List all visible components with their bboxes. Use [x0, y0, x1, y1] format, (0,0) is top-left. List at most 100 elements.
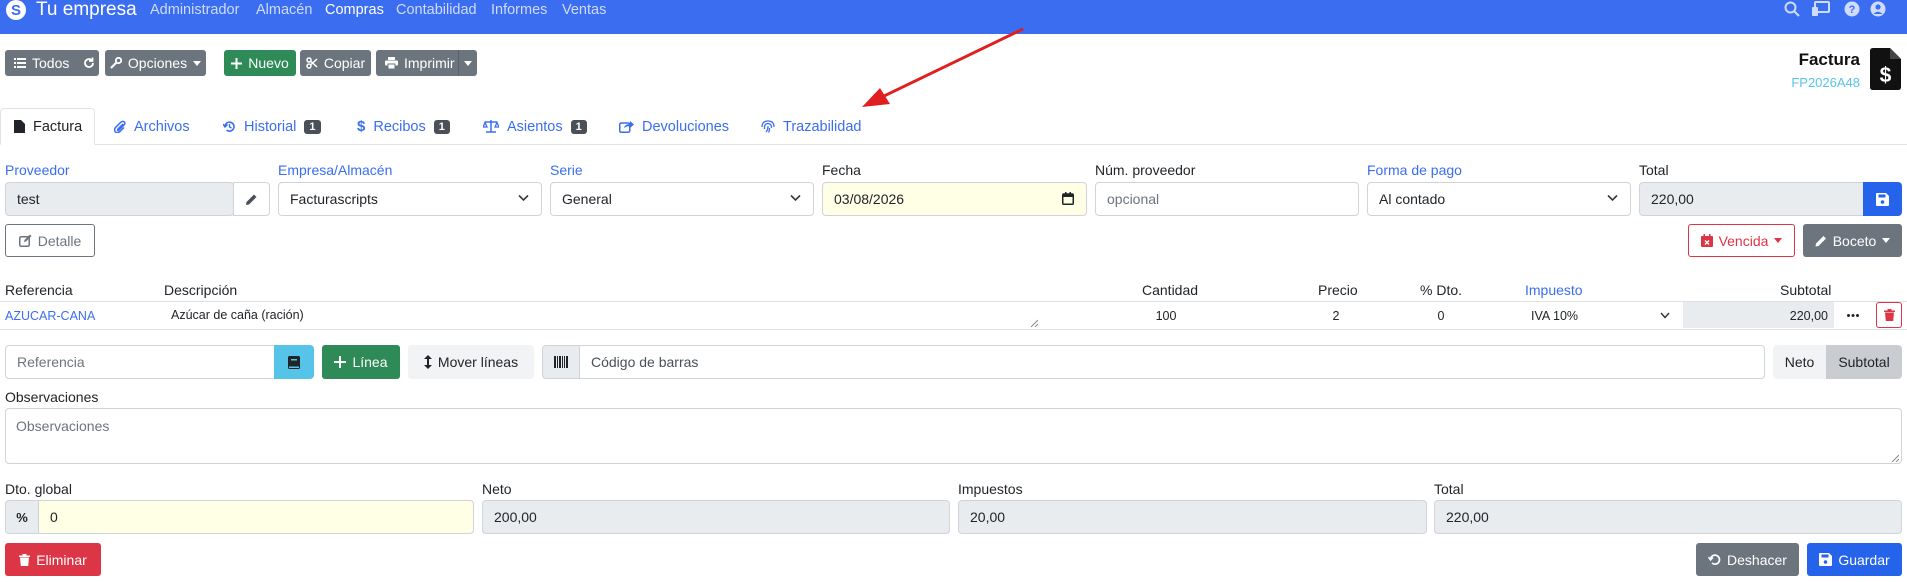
- row-more-button[interactable]: [1840, 303, 1865, 328]
- tab-asientos[interactable]: Asientos 1: [483, 108, 587, 145]
- opciones-label: Opciones: [127, 55, 188, 71]
- row-descripcion: Azúcar de caña (ración): [171, 308, 304, 322]
- barcode-placeholder: Código de barras: [591, 354, 699, 370]
- mover-lineas-label: Mover líneas: [437, 354, 519, 370]
- col-dto: % Dto.: [1420, 282, 1463, 298]
- pencil-icon: [245, 193, 258, 206]
- nuevo-button[interactable]: Nuevo: [224, 50, 296, 76]
- row-referencia[interactable]: AZUCAR-CANA: [5, 309, 95, 323]
- row-dto[interactable]: 0: [1420, 309, 1462, 323]
- imprimir-dropdown-toggle[interactable]: [458, 50, 477, 76]
- num-proveedor-input[interactable]: opcional: [1095, 182, 1359, 216]
- total-label: Total: [1639, 162, 1669, 178]
- empresa-label: Empresa/Almacén: [278, 162, 393, 178]
- devices-icon[interactable]: [1812, 1, 1830, 17]
- subtotal-toggle-label: Subtotal: [1838, 354, 1890, 370]
- refresh-icon: [83, 57, 95, 69]
- neto-field: 200,00: [482, 500, 950, 534]
- tab-factura[interactable]: Factura: [0, 108, 95, 145]
- forma-pago-label[interactable]: Forma de pago: [1367, 162, 1462, 178]
- row-impuesto-select[interactable]: IVA 10%: [1522, 302, 1682, 328]
- barcode-input[interactable]: Código de barras: [579, 345, 1765, 379]
- col-impuesto[interactable]: Impuesto: [1525, 282, 1583, 298]
- tab-label: Historial: [244, 118, 297, 135]
- deshacer-label: Deshacer: [1727, 551, 1787, 568]
- subtotal-toggle[interactable]: Subtotal: [1826, 345, 1902, 379]
- chevron-down-icon: [1607, 194, 1618, 202]
- dto-global-input[interactable]: 0: [38, 500, 474, 534]
- row-descripcion-textarea[interactable]: Azúcar de caña (ración): [164, 302, 1040, 328]
- tab-recibos[interactable]: $ Recibos 1: [357, 108, 450, 145]
- plus-icon: [231, 57, 243, 69]
- help-icon[interactable]: ?: [1844, 1, 1860, 17]
- ellipsis-icon: [1846, 314, 1859, 317]
- save-total-button[interactable]: [1863, 182, 1902, 216]
- calendar-icon[interactable]: [1062, 192, 1074, 205]
- linea-label: Línea: [352, 354, 388, 370]
- tab-label: Archivos: [134, 118, 190, 135]
- search-icon[interactable]: [1784, 1, 1800, 17]
- row-cantidad[interactable]: 100: [1140, 309, 1192, 323]
- nav-item-informes[interactable]: Informes: [491, 2, 547, 18]
- tab-archivos[interactable]: Archivos: [114, 108, 190, 145]
- nav-item-contabilidad[interactable]: Contabilidad: [396, 2, 477, 18]
- copiar-button[interactable]: Copiar: [300, 50, 371, 76]
- paperclip-icon: [114, 120, 126, 133]
- guardar-label: Guardar: [1838, 551, 1890, 568]
- tab-historial[interactable]: Historial 1: [223, 108, 321, 145]
- dollar-icon: $: [357, 118, 366, 135]
- trash-icon: [19, 553, 31, 566]
- nav-item-administrador[interactable]: Administrador: [150, 2, 239, 18]
- share-icon: [619, 120, 634, 133]
- nav-item-ventas[interactable]: Ventas: [562, 2, 606, 18]
- serie-select[interactable]: General: [550, 182, 814, 216]
- forma-pago-select[interactable]: Al contado: [1367, 182, 1631, 216]
- num-proveedor-label: Núm. proveedor: [1095, 162, 1196, 178]
- user-icon[interactable]: [1870, 1, 1886, 17]
- fecha-value: 03/08/2026: [834, 191, 905, 207]
- nav-item-almacen[interactable]: Almacén: [256, 2, 312, 18]
- impuestos-label: Impuestos: [958, 481, 1023, 497]
- tab-label: Devoluciones: [642, 118, 730, 135]
- tab-trazabilidad[interactable]: Trazabilidad: [761, 108, 861, 145]
- product-search-button[interactable]: [274, 345, 314, 379]
- row-precio[interactable]: 2: [1320, 309, 1352, 323]
- add-linea-button[interactable]: Línea: [322, 345, 400, 379]
- tab-devoluciones[interactable]: Devoluciones: [619, 108, 729, 145]
- document-code[interactable]: FP2026A48: [1791, 75, 1860, 90]
- proveedor-field[interactable]: test: [5, 182, 234, 216]
- chevron-down-icon: [193, 60, 202, 66]
- edit-proveedor-button[interactable]: [233, 182, 270, 216]
- neto-toggle[interactable]: Neto: [1773, 345, 1826, 379]
- resize-handle-icon[interactable]: [1030, 319, 1038, 327]
- fingerprint-icon: [761, 120, 775, 133]
- deshacer-button[interactable]: Deshacer: [1696, 543, 1799, 576]
- printer-icon: [385, 57, 398, 69]
- summary-total-label: Total: [1434, 481, 1464, 497]
- mover-lineas-button[interactable]: Mover líneas: [408, 345, 534, 379]
- brand-name: Tu empresa: [36, 0, 137, 20]
- boceto-button[interactable]: Boceto: [1803, 224, 1902, 257]
- guardar-button[interactable]: Guardar: [1807, 543, 1902, 576]
- empresa-select[interactable]: Facturascripts: [278, 182, 542, 216]
- dto-global-value: 0: [50, 509, 58, 525]
- observaciones-textarea[interactable]: Observaciones: [5, 408, 1902, 464]
- tab-label: Recibos: [373, 118, 426, 135]
- detalle-button[interactable]: Detalle: [5, 224, 95, 257]
- nav-item-compras[interactable]: Compras: [325, 2, 384, 18]
- referencia-input[interactable]: Referencia: [5, 345, 275, 379]
- vencida-button[interactable]: Vencida: [1688, 224, 1795, 257]
- imprimir-label: Imprimir: [404, 55, 455, 71]
- resize-handle-icon[interactable]: [1891, 454, 1899, 462]
- opciones-button[interactable]: Opciones: [105, 50, 206, 76]
- fecha-input[interactable]: 03/08/2026: [822, 182, 1087, 216]
- imprimir-button[interactable]: Imprimir: [376, 50, 477, 76]
- eliminar-button[interactable]: Eliminar: [5, 543, 101, 576]
- vencida-label: Vencida: [1718, 232, 1769, 249]
- proveedor-label[interactable]: Proveedor: [5, 162, 70, 178]
- undo-icon: [1708, 553, 1721, 566]
- chevron-down-icon: [1774, 238, 1783, 243]
- todos-button[interactable]: Todos: [5, 50, 99, 76]
- row-delete-button[interactable]: [1876, 302, 1902, 328]
- brand[interactable]: S Tu empresa: [6, 0, 137, 20]
